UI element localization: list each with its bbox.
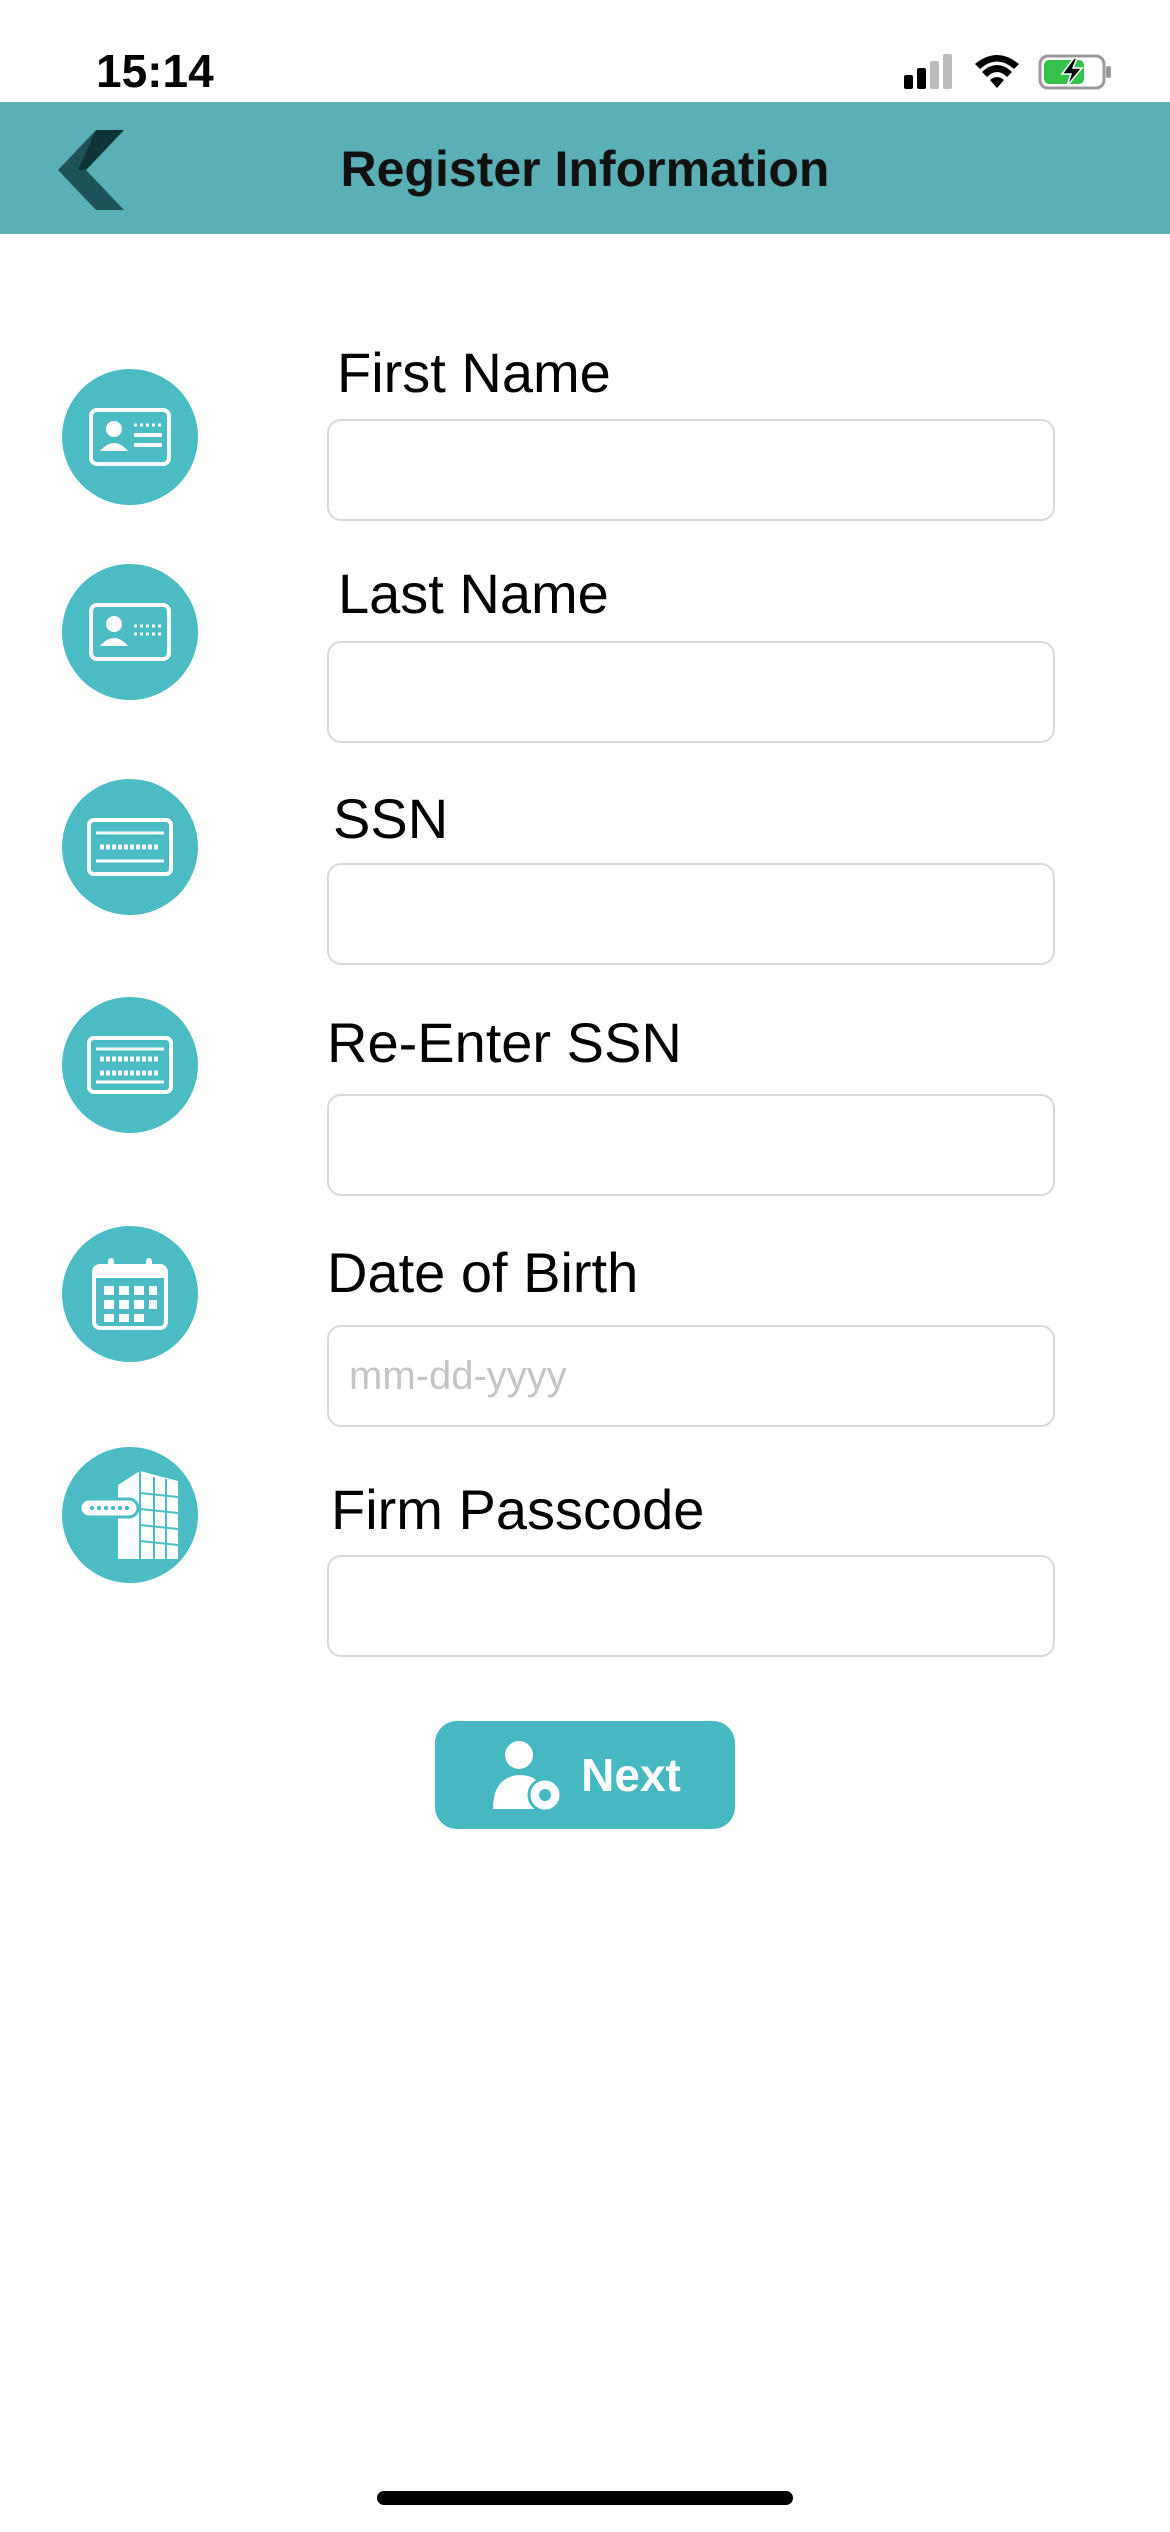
id-card-icon — [62, 564, 198, 700]
user-settings-icon — [493, 1741, 563, 1813]
next-button[interactable]: Next — [435, 1721, 735, 1829]
page-title: Register Information — [340, 141, 830, 197]
battery-charging-icon — [1038, 54, 1111, 90]
next-label: Next — [581, 1749, 681, 1801]
wifi-icon — [975, 55, 1019, 88]
firm-passcode-input[interactable] — [327, 1555, 1055, 1657]
status-bar: 15:14 — [0, 0, 1170, 102]
firm-passcode-label: Firm Passcode — [331, 1478, 705, 1541]
ssn-card-double-icon — [62, 997, 198, 1133]
date-of-birth-label: Date of Birth — [327, 1241, 639, 1304]
home-indicator — [377, 2491, 793, 2505]
calendar-icon — [62, 1226, 198, 1362]
last-name-label: Last Name — [338, 562, 609, 625]
ssn-label: SSN — [333, 787, 449, 850]
date-of-birth-input[interactable] — [327, 1325, 1055, 1427]
nav-bar: Register Information — [0, 102, 1170, 234]
re-enter-ssn-input[interactable] — [327, 1094, 1055, 1196]
re-enter-ssn-label: Re-Enter SSN — [327, 1011, 682, 1074]
id-card-icon — [62, 369, 198, 505]
status-time: 15:14 — [96, 45, 214, 97]
first-name-label: First Name — [337, 341, 611, 404]
status-icons — [902, 52, 1114, 92]
ssn-card-icon — [62, 779, 198, 915]
cellular-signal-icon — [904, 54, 952, 89]
ssn-input[interactable] — [327, 863, 1055, 965]
building-passcode-icon — [62, 1447, 198, 1583]
first-name-input[interactable] — [327, 419, 1055, 521]
last-name-input[interactable] — [327, 641, 1055, 743]
